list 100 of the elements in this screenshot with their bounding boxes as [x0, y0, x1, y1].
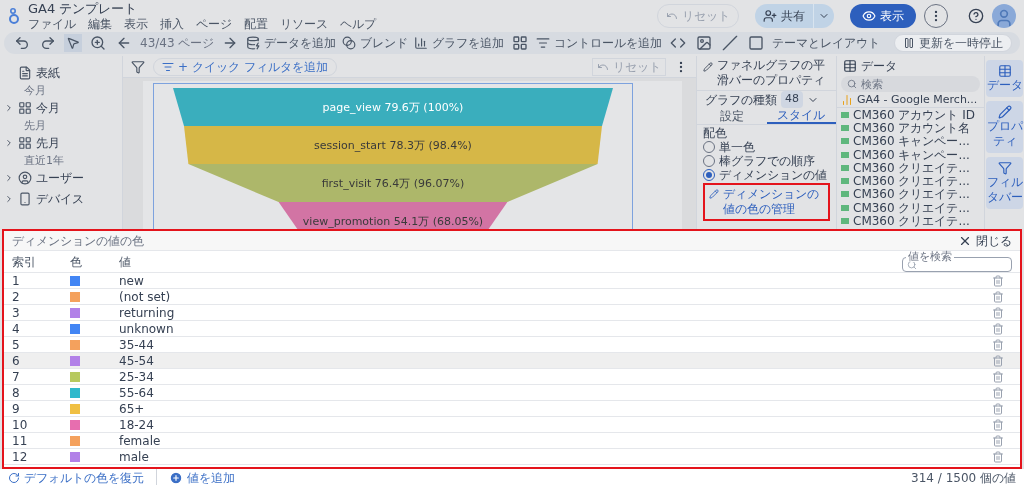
- color-swatch[interactable]: [70, 371, 80, 382]
- value-cell-text: new: [119, 274, 145, 287]
- pause-updates-button[interactable]: 更新を一時停止: [894, 34, 1012, 52]
- table-row[interactable]: 4 unknown: [4, 321, 1020, 337]
- help-icon[interactable]: [968, 8, 984, 24]
- page-item[interactable]: 先月: [36, 134, 60, 152]
- delete-icon[interactable]: [992, 338, 1004, 351]
- chart-icon: [414, 36, 429, 50]
- data-source[interactable]: GA4 - Google Merch...: [857, 94, 978, 105]
- menu-item[interactable]: ファイル: [28, 18, 76, 30]
- table-row[interactable]: 2 (not set): [4, 289, 1020, 305]
- delete-icon[interactable]: [992, 370, 1004, 383]
- value-cell-text: 45-54: [119, 354, 155, 367]
- table-row[interactable]: 12 male: [4, 449, 1020, 465]
- section-label: 直近1年: [23, 155, 65, 166]
- color-swatch[interactable]: [70, 339, 80, 350]
- delete-icon[interactable]: [992, 306, 1004, 319]
- color-swatch[interactable]: [70, 403, 80, 414]
- rail-button[interactable]: プロパティ: [986, 101, 1023, 153]
- chart-frame[interactable]: page_view 79.6万 (100%) session_start 78.3万 (98.4%) first_visit 76.4万 (96.07%) view_promotion 54.1万 (68.05%): [153, 83, 633, 229]
- color-swatch[interactable]: [70, 355, 80, 366]
- color-swatch[interactable]: [70, 451, 80, 462]
- menu-item[interactable]: リソース: [280, 18, 328, 30]
- field-item[interactable]: CM360 アカウント ID: [853, 108, 976, 121]
- panel-tab[interactable]: 設定: [697, 108, 767, 124]
- add-control-button[interactable]: コントロールを追加: [536, 34, 663, 52]
- table-row[interactable]: 8 55-64: [4, 385, 1020, 401]
- menu-item[interactable]: 表示: [124, 18, 148, 30]
- field-item[interactable]: CM360 クリエイテ...: [853, 175, 970, 188]
- menu-item[interactable]: ページ: [196, 18, 232, 30]
- eye-icon: [862, 9, 876, 23]
- table-row[interactable]: 1 new: [4, 273, 1020, 289]
- table-row[interactable]: 3 returning: [4, 305, 1020, 321]
- value-cell-text: unknown: [119, 322, 175, 335]
- menu-item[interactable]: ヘルプ: [340, 18, 376, 30]
- view-button[interactable]: 表示: [850, 4, 916, 28]
- rail-button[interactable]: データ: [986, 60, 1023, 97]
- page-indicator: 43/43 ページ: [140, 35, 215, 52]
- page-item[interactable]: ユーザー: [36, 169, 84, 187]
- color-swatch[interactable]: [70, 323, 80, 334]
- restore-colors-button[interactable]: デフォルトの色を復元: [8, 469, 144, 485]
- blend-button[interactable]: ブレンド: [342, 34, 409, 52]
- delete-icon[interactable]: [992, 418, 1004, 431]
- color-swatch[interactable]: [70, 307, 80, 318]
- table-icon: [997, 64, 1012, 78]
- menu-item[interactable]: 挿入: [160, 18, 184, 30]
- field-item[interactable]: CM360 クリエイテ...: [853, 161, 970, 174]
- add-chart-button[interactable]: グラフを追加: [414, 34, 505, 52]
- expand-icon[interactable]: [4, 173, 14, 183]
- table-row[interactable]: 10 18-24: [4, 417, 1020, 433]
- value-count: 314 / 1500 個の値: [911, 470, 1016, 485]
- expand-icon[interactable]: [4, 138, 14, 148]
- radio-label: 単一色: [719, 141, 755, 153]
- radio-label: 棒グラフでの順序: [719, 155, 815, 167]
- page-item[interactable]: 表紙: [36, 64, 60, 82]
- delete-icon[interactable]: [992, 450, 1004, 463]
- add-data-button[interactable]: データを追加: [246, 34, 337, 52]
- index-cell-text: 12: [12, 450, 29, 463]
- color-swatch[interactable]: [70, 435, 80, 446]
- field-item[interactable]: CM360 クリエイテ...: [853, 201, 970, 214]
- theme-layout-button[interactable]: テーマとレイアウト: [772, 34, 881, 52]
- field-item[interactable]: CM360 キャンペー...: [853, 135, 970, 148]
- delete-icon[interactable]: [992, 402, 1004, 415]
- menu-item[interactable]: 配置: [244, 18, 268, 30]
- delete-icon[interactable]: [992, 290, 1004, 303]
- delete-icon[interactable]: [992, 434, 1004, 447]
- menu-item[interactable]: 編集: [88, 18, 112, 30]
- color-swatch[interactable]: [70, 419, 80, 430]
- search-field[interactable]: 検索: [841, 76, 980, 92]
- field-item[interactable]: CM360 アカウント名: [853, 121, 971, 134]
- expand-icon[interactable]: [4, 103, 14, 113]
- table-row[interactable]: 7 25-34: [4, 369, 1020, 385]
- color-swatch[interactable]: [70, 387, 80, 398]
- select-tool-button[interactable]: [64, 34, 82, 52]
- page-item[interactable]: デバイス: [36, 190, 84, 208]
- panel-tab[interactable]: スタイル: [766, 108, 836, 124]
- table-row[interactable]: 5 35-44: [4, 337, 1020, 353]
- page-item[interactable]: 今月: [36, 99, 60, 117]
- color-swatch[interactable]: [70, 275, 80, 286]
- index-cell-text: 3: [12, 306, 21, 319]
- pause-icon: [903, 37, 915, 49]
- filter-icon[interactable]: [131, 59, 145, 74]
- field-item[interactable]: CM360 クリエイテ...: [853, 215, 970, 227]
- close-button[interactable]: 閉じる: [958, 231, 1012, 250]
- table-row[interactable]: 11 female: [4, 433, 1020, 449]
- delete-icon[interactable]: [992, 322, 1004, 335]
- delete-icon[interactable]: [992, 274, 1004, 287]
- color-swatch[interactable]: [70, 291, 80, 302]
- table-row[interactable]: 9 65+: [4, 401, 1020, 417]
- add-value-button[interactable]: 値を追加: [156, 469, 235, 485]
- expand-icon[interactable]: [4, 194, 14, 204]
- field-item[interactable]: CM360 キャンペー...: [853, 148, 970, 161]
- delete-icon[interactable]: [992, 354, 1004, 367]
- panel-title: ファネルグラフの平滑バーのプロパティ: [717, 58, 826, 88]
- table-row[interactable]: 6 45-54: [4, 353, 1020, 369]
- avatar[interactable]: [992, 4, 1016, 28]
- delete-icon[interactable]: [992, 386, 1004, 399]
- field-item[interactable]: CM360 クリエイテ...: [853, 188, 970, 201]
- manage-colors-button[interactable]: ディメンションの値の色の管理: [705, 185, 828, 219]
- rail-button[interactable]: フィルタバー: [986, 157, 1023, 209]
